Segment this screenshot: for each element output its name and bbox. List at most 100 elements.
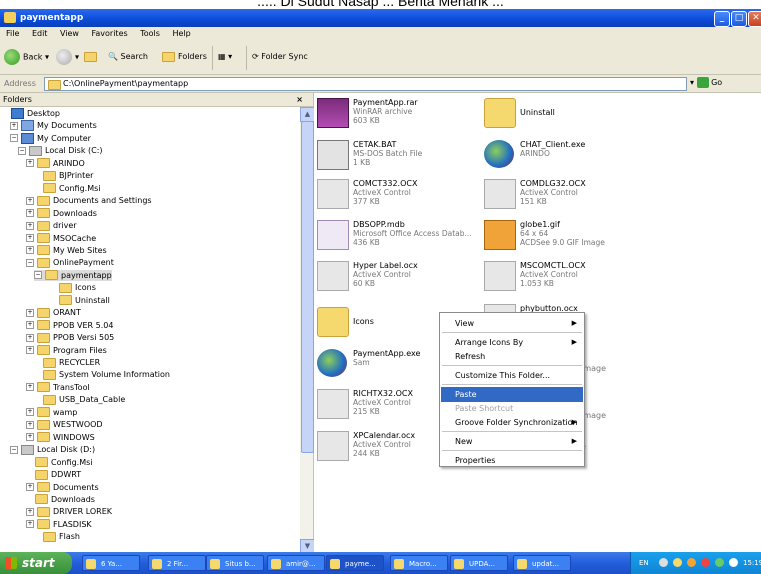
- tree-item[interactable]: + MSOCache: [26, 233, 96, 244]
- expand-toggle[interactable]: +: [26, 433, 34, 442]
- tree-item[interactable]: + PPOB VER 5.04: [26, 320, 113, 331]
- expand-toggle[interactable]: +: [26, 346, 34, 355]
- expand-toggle[interactable]: +: [26, 308, 34, 317]
- back-button[interactable]: Back ▾: [4, 49, 49, 65]
- title-bar[interactable]: paymentapp _ □ ✕: [0, 9, 761, 27]
- menu-favorites[interactable]: Favorites: [92, 29, 128, 38]
- tree-item[interactable]: System Volume Information: [34, 369, 170, 380]
- expand-toggle[interactable]: +: [26, 321, 34, 330]
- file-item[interactable]: MSCOMCTL.OCX ActiveX Control 1.053 KB: [484, 259, 654, 291]
- file-item[interactable]: globe1.gif 64 x 64 ACDSee 9.0 GIF Image: [484, 218, 654, 250]
- tree-item[interactable]: − My Computer: [10, 132, 91, 144]
- file-item[interactable]: Uninstall: [484, 96, 654, 128]
- menu-edit[interactable]: Edit: [32, 29, 48, 38]
- tree-item[interactable]: − Local Disk (D:): [10, 444, 95, 455]
- taskbar-button[interactable]: updat...: [513, 555, 571, 571]
- menu-tools[interactable]: Tools: [140, 29, 160, 38]
- menu-item[interactable]: New ▶: [441, 434, 583, 449]
- tree-item[interactable]: + My Web Sites: [26, 245, 107, 256]
- tree-item[interactable]: − OnlinePayment: [26, 257, 114, 268]
- maximize-button[interactable]: □: [731, 11, 747, 27]
- tree-item[interactable]: USB_Data_Cable: [34, 394, 125, 405]
- menu-item[interactable]: Properties: [441, 453, 583, 468]
- expand-toggle[interactable]: +: [26, 159, 34, 168]
- dropdown-icon[interactable]: ▾: [690, 78, 694, 87]
- menu-item[interactable]: View ▶: [441, 316, 583, 331]
- expand-toggle[interactable]: +: [26, 408, 34, 417]
- taskbar-button[interactable]: 2 Fir...: [148, 555, 206, 571]
- expand-toggle[interactable]: +: [26, 383, 34, 392]
- tree-item[interactable]: + Documents and Settings: [26, 195, 152, 206]
- tree-item[interactable]: + WINDOWS: [26, 432, 95, 443]
- tree-item[interactable]: + wamp: [26, 407, 77, 418]
- tree-item[interactable]: + ORANT: [26, 307, 81, 318]
- tree-item[interactable]: + DRIVER LOREK: [26, 506, 112, 517]
- file-item[interactable]: PaymentApp.rar WinRAR archive 603 KB: [317, 96, 487, 128]
- tree-item[interactable]: BJPrinter: [34, 170, 93, 181]
- expand-toggle[interactable]: +: [26, 333, 34, 342]
- expand-toggle[interactable]: +: [26, 420, 34, 429]
- menu-view[interactable]: View: [60, 29, 79, 38]
- expand-toggle[interactable]: −: [10, 445, 18, 454]
- taskbar-button[interactable]: UPDA...: [450, 555, 508, 571]
- tree-item[interactable]: + My Documents: [10, 120, 97, 132]
- menu-file[interactable]: File: [6, 29, 19, 38]
- file-item[interactable]: Hyper Label.ocx ActiveX Control 60 KB: [317, 259, 487, 291]
- menu-item[interactable]: Paste Shortcut: [441, 401, 583, 416]
- close-pane-button[interactable]: ×: [296, 95, 303, 104]
- expand-toggle[interactable]: −: [18, 146, 26, 155]
- tree-item[interactable]: − paymentapp: [34, 269, 112, 281]
- expand-toggle[interactable]: +: [26, 507, 34, 516]
- tree-item[interactable]: + ARINDO: [26, 158, 85, 169]
- expand-toggle[interactable]: −: [26, 258, 34, 267]
- tree-item[interactable]: + TransTool: [26, 382, 90, 393]
- tree-item[interactable]: − Local Disk (C:): [18, 145, 103, 156]
- file-item[interactable]: COMCT332.OCX ActiveX Control 377 KB: [317, 177, 487, 209]
- views-button[interactable]: ▦ ▾: [218, 49, 232, 65]
- tree-item[interactable]: + Downloads: [26, 208, 97, 219]
- tree-item[interactable]: RECYCLER: [34, 357, 100, 368]
- tree-item[interactable]: Config.Msi: [26, 457, 93, 468]
- close-button[interactable]: ✕: [748, 11, 761, 27]
- tray-icon[interactable]: [715, 558, 724, 567]
- tray-icon[interactable]: [673, 558, 682, 567]
- tree-item[interactable]: Uninstall: [50, 295, 110, 306]
- tray-icon[interactable]: [729, 558, 738, 567]
- tree-item[interactable]: Downloads: [26, 494, 95, 505]
- menu-item[interactable]: Customize This Folder...: [441, 368, 583, 383]
- tree-item[interactable]: + Program Files: [26, 345, 107, 356]
- expand-toggle[interactable]: +: [26, 483, 34, 491]
- expand-toggle[interactable]: +: [26, 196, 34, 205]
- tray-icon[interactable]: [701, 558, 710, 567]
- taskbar-button[interactable]: amir@...: [267, 555, 325, 571]
- file-item[interactable]: CHAT_Client.exe ARINDO: [484, 138, 654, 170]
- file-item[interactable]: DBSOPP.mdb Microsoft Office Access Datab.…: [317, 218, 487, 250]
- tree-item[interactable]: + WESTWOOD: [26, 419, 103, 430]
- taskbar-button[interactable]: Macro...: [390, 555, 448, 571]
- start-button[interactable]: start: [0, 552, 72, 574]
- file-item[interactable]: CETAK.BAT MS-DOS Batch File 1 KB: [317, 138, 487, 170]
- tree-item[interactable]: + FLASDISK: [26, 519, 92, 530]
- tray-icon[interactable]: [687, 558, 696, 567]
- expand-toggle[interactable]: +: [10, 121, 18, 130]
- taskbar-button[interactable]: payme...: [326, 555, 384, 571]
- search-button[interactable]: 🔍 Search: [108, 49, 148, 65]
- tree-item[interactable]: Desktop: [2, 108, 60, 119]
- expand-toggle[interactable]: −: [34, 271, 42, 280]
- file-item[interactable]: COMDLG32.OCX ActiveX Control 151 KB: [484, 177, 654, 209]
- taskbar-button[interactable]: 6 Ya...: [82, 555, 140, 571]
- scroll-up-button[interactable]: ▲: [300, 107, 315, 122]
- tree-item[interactable]: + driver: [26, 220, 77, 231]
- expand-toggle[interactable]: −: [10, 134, 18, 143]
- forward-button[interactable]: ▾: [56, 49, 79, 65]
- menu-item[interactable]: Arrange Icons By ▶: [441, 335, 583, 350]
- taskbar-button[interactable]: Situs b...: [206, 555, 264, 571]
- address-input[interactable]: C:\OnlinePayment\paymentapp: [44, 77, 687, 91]
- menu-item[interactable]: Refresh: [441, 349, 583, 364]
- folders-button[interactable]: Folders: [162, 49, 207, 65]
- minimize-button[interactable]: _: [714, 11, 730, 27]
- tree-item[interactable]: + PPOB Versi 505: [26, 332, 114, 343]
- menu-item[interactable]: Groove Folder Synchronization ▶: [441, 415, 583, 430]
- folder-sync-button[interactable]: ⟳ Folder Sync: [252, 49, 308, 65]
- expand-toggle[interactable]: +: [26, 234, 34, 242]
